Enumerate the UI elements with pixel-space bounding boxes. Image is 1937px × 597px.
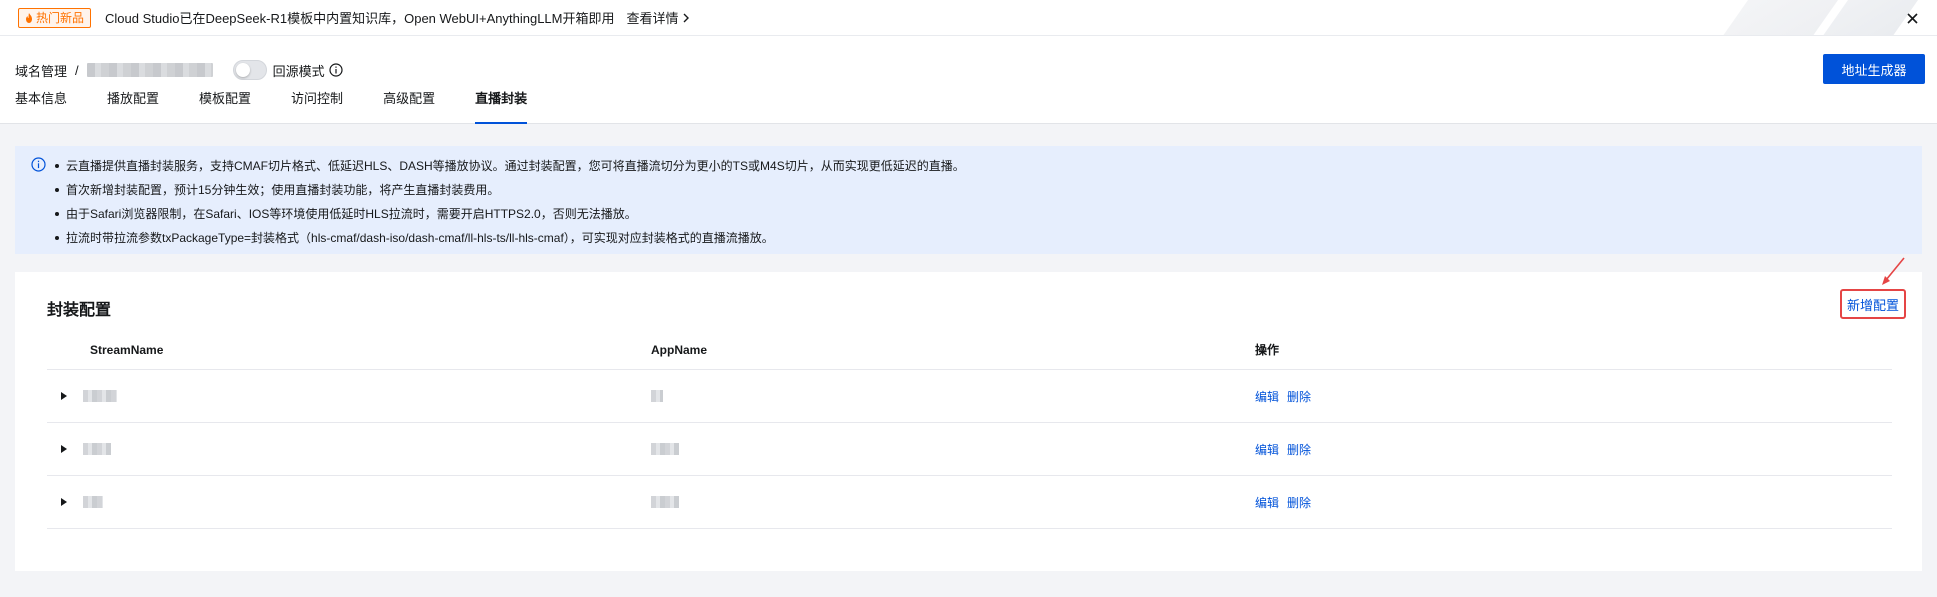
hot-badge: 热门新品 — [18, 7, 92, 28]
table-row: 编辑 删除 — [47, 423, 1892, 476]
close-icon — [1906, 12, 1918, 24]
edit-link[interactable]: 编辑 — [1255, 441, 1279, 458]
info-icon[interactable] — [329, 63, 343, 77]
flame-icon — [26, 12, 32, 23]
stream-name-redacted — [83, 443, 111, 455]
caret-right-icon — [61, 392, 67, 400]
notice-item: 云直播提供直播封装服务，支持CMAF切片格式、低延迟HLS、DASH等播放协议。… — [55, 154, 1922, 178]
app-name-redacted — [651, 496, 679, 508]
notice-list: 云直播提供直播封装服务，支持CMAF切片格式、低延迟HLS、DASH等播放协议。… — [55, 154, 1922, 250]
config-table: StreamName AppName 操作 编辑 删除 编辑 删除 编辑 删除 — [47, 330, 1892, 529]
address-generator-button[interactable]: 地址生成器 — [1823, 54, 1925, 84]
column-header-appname: AppName — [651, 342, 708, 357]
app-name-redacted — [651, 443, 679, 455]
card-title: 封装配置 — [47, 302, 112, 319]
breadcrumb-domain-management[interactable]: 域名管理 — [15, 61, 67, 80]
expand-row-button[interactable] — [59, 497, 69, 507]
notice-item: 首次新增封装配置，预计15分钟生效；使用直播封装功能，将产生直播封装费用。 — [55, 178, 1922, 202]
annotation-arrow-icon — [1882, 257, 1905, 285]
edit-link[interactable]: 编辑 — [1255, 494, 1279, 511]
table-row: 编辑 删除 — [47, 370, 1892, 423]
info-icon — [31, 157, 46, 172]
notice-item: 由于Safari浏览器限制，在Safari、IOS等环境使用低延时HLS拉流时，… — [55, 202, 1922, 226]
tab-advanced-config[interactable]: 高级配置 — [383, 88, 435, 124]
view-details-label: 查看详情 — [626, 11, 679, 26]
tab-bar: 基本信息 播放配置 模板配置 访问控制 高级配置 直播封装 — [15, 88, 567, 124]
view-details-link[interactable]: 查看详情 — [627, 8, 689, 27]
origin-mode-label: 回源模式 — [272, 63, 325, 79]
delete-link[interactable]: 删除 — [1287, 388, 1311, 405]
tab-basic-info[interactable]: 基本信息 — [15, 88, 67, 124]
info-notice: 云直播提供直播封装服务，支持CMAF切片格式、低延迟HLS、DASH等播放协议。… — [15, 146, 1922, 254]
breadcrumb-separator: / — [75, 62, 79, 78]
domain-name-redacted — [86, 63, 213, 77]
tab-template-config[interactable]: 模板配置 — [199, 88, 251, 124]
stream-name-redacted — [83, 496, 103, 508]
table-row: 编辑 删除 — [47, 476, 1892, 529]
packaging-config-card: 封装配置 新增配置 StreamName AppName 操作 编辑 删除 编辑… — [15, 257, 1922, 571]
caret-right-icon — [61, 498, 67, 506]
tab-access-control[interactable]: 访问控制 — [291, 88, 343, 124]
expand-row-button[interactable] — [59, 391, 69, 401]
announcement-text: Cloud Studio已在DeepSeek-R1模板中内置知识库，Open W… — [105, 11, 615, 26]
chevron-right-icon — [683, 13, 689, 22]
origin-mode-toggle[interactable] — [232, 60, 267, 80]
tab-live-packaging[interactable]: 直播封装 — [475, 88, 528, 124]
column-header-streamname: StreamName — [90, 342, 164, 357]
hot-badge-label: 热门新品 — [36, 11, 85, 25]
expand-row-button[interactable] — [59, 444, 69, 454]
breadcrumb: 域名管理 / 回源模式 — [15, 60, 343, 80]
stream-name-redacted — [83, 390, 117, 402]
delete-link[interactable]: 删除 — [1287, 441, 1311, 458]
app-name-redacted — [651, 390, 663, 402]
page-header: 域名管理 / 回源模式 地址生成器 基本信息 播放配置 模板配置 访问控制 高级… — [0, 36, 1937, 124]
announcement-bar: 热门新品 Cloud Studio已在DeepSeek-R1模板中内置知识库，O… — [0, 0, 1937, 36]
add-config-button[interactable]: 新增配置 — [1840, 289, 1906, 319]
delete-link[interactable]: 删除 — [1287, 494, 1311, 511]
caret-right-icon — [61, 445, 67, 453]
notice-item: 拉流时带拉流参数txPackageType=封装格式（hls-cmaf/dash… — [55, 226, 1922, 250]
close-announcement-button[interactable] — [1903, 9, 1921, 27]
edit-link[interactable]: 编辑 — [1255, 388, 1279, 405]
table-header: StreamName AppName 操作 — [47, 330, 1892, 370]
toggle-knob — [235, 63, 250, 77]
column-header-actions: 操作 — [1255, 343, 1280, 357]
tab-playback-config[interactable]: 播放配置 — [107, 88, 159, 124]
